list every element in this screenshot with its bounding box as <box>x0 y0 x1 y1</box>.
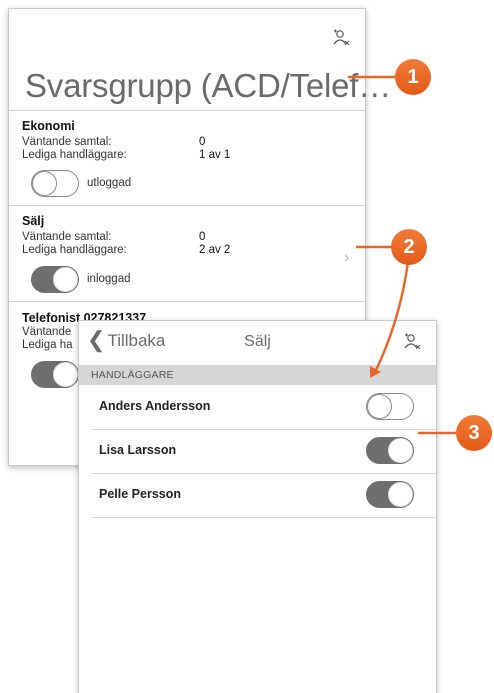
callout-badge-1: 1 <box>395 59 431 95</box>
arrowhead-icon <box>370 366 381 378</box>
callout-arrow-2 <box>374 261 410 371</box>
screenshot-stage: Svarsgrupp (ACD/Telef… Ekonomi Väntande … <box>0 0 494 693</box>
callout-lines <box>348 75 458 435</box>
callout-badge-3: 3 <box>456 415 492 451</box>
callout-badge-2: 2 <box>391 229 427 265</box>
